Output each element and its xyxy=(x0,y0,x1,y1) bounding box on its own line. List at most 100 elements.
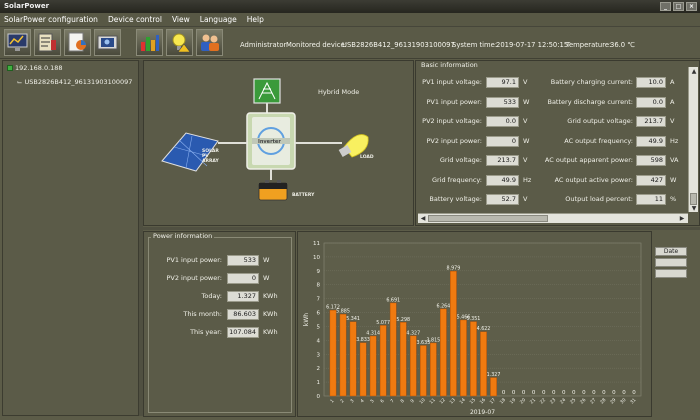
scroll-right-icon[interactable]: ▶ xyxy=(678,215,686,223)
toolbar-users-button[interactable] xyxy=(196,29,223,56)
basic-right-value: 11 xyxy=(636,194,666,205)
parameter-settings-icon xyxy=(38,33,56,52)
x-axis-label: 2019-07 xyxy=(470,409,495,416)
power-row-label: This month: xyxy=(183,310,222,318)
power-row-unit: W xyxy=(263,274,270,282)
basic-right-unit: V xyxy=(670,117,675,125)
close-icon[interactable]: × xyxy=(686,2,697,11)
x-tick-label: 24 xyxy=(559,397,567,405)
menu-view[interactable]: View xyxy=(172,15,190,24)
minimize-icon[interactable]: _ xyxy=(660,2,671,11)
tree-device-item[interactable]: ⌙ USB2826B412_96131903100097 xyxy=(17,78,132,86)
toolbar-parameters-button[interactable] xyxy=(34,29,61,56)
y-tick-label: 7 xyxy=(317,297,321,303)
basic-vertical-scrollbar[interactable]: ▲ ▼ xyxy=(688,67,698,212)
power-row-value: 1.327 xyxy=(227,291,259,302)
power-row-label: PV2 input power: xyxy=(166,274,222,282)
basic-right-value: 598 xyxy=(636,155,666,166)
bar-value-label: 6.264 xyxy=(437,303,451,309)
hscroll-thumb[interactable] xyxy=(428,215,548,222)
x-tick-label: 31 xyxy=(629,397,637,405)
menu-language[interactable]: Language xyxy=(200,15,237,24)
toolbar: Administrator Monitored device: USB2826B… xyxy=(0,27,700,59)
load-bulb-icon xyxy=(338,134,369,158)
basic-left-unit: V xyxy=(523,195,528,203)
scroll-down-icon[interactable]: ▼ xyxy=(690,205,698,213)
bar-value-label: 0 xyxy=(502,390,506,396)
power-information-panel: Power information PV1 input power: 533 W PV… xyxy=(143,231,296,417)
basic-right-unit: VA xyxy=(670,156,679,164)
users-icon xyxy=(201,34,219,51)
menu-device-control[interactable]: Device control xyxy=(108,15,162,24)
date-button[interactable]: Date xyxy=(655,247,687,256)
toolbar-event-button[interactable] xyxy=(94,29,121,56)
system-time-value: 2019-07-17 12:50:15 xyxy=(496,41,569,49)
toolbar-alarm-button[interactable] xyxy=(166,29,193,56)
menu-help[interactable]: Help xyxy=(247,15,264,24)
x-tick-label: 20 xyxy=(519,397,527,405)
basic-left-unit: V xyxy=(523,78,528,86)
x-tick-label: 6 xyxy=(379,398,385,404)
system-time-label: System time: xyxy=(452,41,498,49)
x-tick-label: 26 xyxy=(579,397,587,405)
daily-energy-chart-panel: 0 1 2 3 4 5 6 7 8 9 10 11 kWh 6.172 1 5.885 2 5.341 3 3.833… xyxy=(297,231,652,417)
power-row-label: PV1 input power: xyxy=(166,256,222,264)
x-tick-label: 14 xyxy=(459,397,467,405)
toolbar-data-button[interactable] xyxy=(64,29,91,56)
x-tick-label: 17 xyxy=(489,397,497,405)
y-tick-label: 10 xyxy=(313,255,320,261)
bar xyxy=(369,335,377,397)
side-option-button-3[interactable] xyxy=(655,269,687,278)
monitor-chart-icon xyxy=(7,33,28,51)
maximize-icon[interactable]: □ xyxy=(673,2,684,11)
power-row-unit: KWh xyxy=(263,292,278,300)
y-tick-label: 5 xyxy=(317,324,321,330)
y-tick-label: 9 xyxy=(317,269,321,275)
y-tick-label: 8 xyxy=(317,283,321,289)
x-tick-label: 23 xyxy=(549,397,557,405)
basic-right-value: 49.9 xyxy=(636,135,666,147)
bar-value-label: 0 xyxy=(572,390,576,396)
daily-energy-chart: 01234567891011kWh6.17215.88525.34133.833… xyxy=(303,241,642,416)
basic-right-label: AC output frequency: xyxy=(564,136,633,145)
basic-information-panel: Basic information PV1 input voltage: 97.1… xyxy=(415,60,700,226)
scroll-up-icon[interactable]: ▲ xyxy=(690,68,698,76)
basic-left-unit: V xyxy=(523,156,528,164)
side-option-button-2[interactable] xyxy=(655,258,687,267)
bar-value-label: 0 xyxy=(582,390,586,396)
power-row-unit: KWh xyxy=(263,310,278,318)
y-tick-label: 0 xyxy=(317,394,321,400)
scroll-thumb[interactable] xyxy=(690,193,697,205)
basic-left-label: Grid voltage: xyxy=(439,156,482,164)
basic-horizontal-scrollbar[interactable]: ◀ ▶ xyxy=(418,213,688,223)
scroll-left-icon[interactable]: ◀ xyxy=(419,215,427,223)
toolbar-monitor-button[interactable] xyxy=(4,29,31,56)
bar xyxy=(379,325,387,397)
bar-value-label: 5.885 xyxy=(336,309,350,315)
toolbar-history-button[interactable] xyxy=(136,29,163,56)
power-row-value: 86.603 xyxy=(227,309,259,320)
battery-icon xyxy=(258,180,288,201)
x-tick-label: 8 xyxy=(399,398,405,404)
power-row-unit: W xyxy=(263,256,270,264)
bar xyxy=(460,319,467,397)
basic-left-value: 49.9 xyxy=(486,174,519,186)
basic-information-title: Basic information xyxy=(419,61,480,69)
bar-value-label: 0 xyxy=(522,390,526,396)
battery-label: BATTERY xyxy=(292,193,315,198)
device-tree: 192.168.0.188 ⌙ USB2826B412_961319031000… xyxy=(2,60,139,416)
basic-left-unit: V xyxy=(523,117,528,125)
basic-right-label: AC output apparent power: xyxy=(544,156,633,164)
tree-host-label: 192.168.0.188 xyxy=(15,64,63,72)
basic-left-value: 213.7 xyxy=(486,155,519,166)
monitored-device-label: Monitored device: xyxy=(286,41,347,49)
bar-value-label: 0 xyxy=(512,390,516,396)
tree-host-item[interactable]: 192.168.0.188 xyxy=(7,64,63,72)
bar-value-label: 5.298 xyxy=(396,317,410,323)
horizontal-splitter[interactable] xyxy=(143,227,700,230)
basic-left-label: Grid frequency: xyxy=(431,175,482,184)
power-row-label: This year: xyxy=(190,328,222,336)
menu-solarpower-configuration[interactable]: SolarPower configuration xyxy=(4,15,98,24)
x-tick-label: 1 xyxy=(329,398,335,404)
basic-left-unit: Hz xyxy=(523,175,532,184)
